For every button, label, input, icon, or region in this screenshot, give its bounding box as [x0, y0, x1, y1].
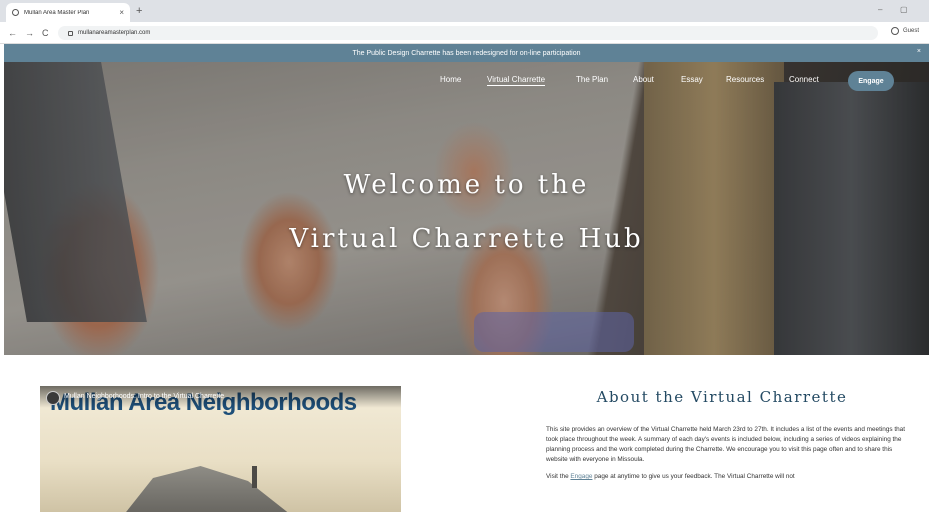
- profile-icon: [890, 27, 899, 35]
- forward-icon[interactable]: →: [25, 28, 34, 38]
- tab-close-icon[interactable]: ×: [119, 8, 124, 17]
- maximize-icon[interactable]: ▢: [900, 5, 908, 14]
- profile-label: Guest: [902, 28, 919, 34]
- address-bar-row: ← → C mullanareamasterplan.com Guest: [0, 22, 929, 44]
- nav-item-home[interactable]: Home: [440, 75, 461, 84]
- tab-title: Mullan Area Master Plan: [24, 9, 90, 16]
- about-section-body: This site provides an overview of the Vi…: [546, 425, 906, 489]
- nav-item-about[interactable]: About: [633, 75, 654, 84]
- channel-avatar[interactable]: [46, 391, 60, 405]
- announcement-bar: The Public Design Charrette has been red…: [4, 44, 929, 62]
- video-thumbnail-house: [115, 466, 305, 512]
- nav-item-essay[interactable]: Essay: [681, 75, 703, 84]
- video-caption[interactable]: Mullan Neighborhoods: Intro to the Virtu…: [64, 393, 224, 400]
- nav-item-the-plan[interactable]: The Plan: [576, 75, 608, 84]
- profile-button[interactable]: Guest: [890, 27, 919, 35]
- about-paragraph-2: Visit the Engage page at anytime to give…: [546, 473, 795, 480]
- new-tab-button[interactable]: +: [136, 5, 142, 17]
- url-field[interactable]: mullanareamasterplan.com: [58, 26, 878, 40]
- main-nav: Home Virtual Charrette The Plan About Es…: [4, 75, 929, 95]
- nav-item-virtual-charrette[interactable]: Virtual Charrette: [487, 75, 546, 86]
- about-paragraph: This site provides an overview of the Vi…: [546, 426, 906, 463]
- hero-banner: Home Virtual Charrette The Plan About Es…: [4, 62, 929, 355]
- announcement-text: The Public Design Charrette has been red…: [352, 49, 581, 57]
- back-icon[interactable]: ←: [8, 28, 17, 38]
- about-section-title: About the Virtual Charrette: [596, 388, 848, 406]
- nav-item-resources[interactable]: Resources: [726, 75, 764, 84]
- announcement-close-icon[interactable]: ×: [917, 48, 921, 55]
- lock-icon: [68, 30, 73, 36]
- reload-icon[interactable]: C: [42, 28, 49, 38]
- video-player[interactable]: Mullan Area Neighborhoods Mullan Neighbo…: [40, 386, 401, 512]
- browser-tab-bar: Mullan Area Master Plan × + – ▢: [0, 0, 929, 22]
- site-favicon-icon: [12, 9, 19, 16]
- engage-link[interactable]: Engage: [570, 473, 592, 480]
- minimize-icon[interactable]: –: [878, 5, 882, 14]
- nav-item-connect[interactable]: Connect: [789, 75, 819, 84]
- hero-title-line1: Welcome to the: [343, 170, 590, 200]
- url-text: mullanareamasterplan.com: [78, 30, 151, 36]
- engage-button[interactable]: Engage: [848, 71, 894, 91]
- browser-tab[interactable]: Mullan Area Master Plan ×: [6, 3, 130, 22]
- hero-title-line2: Virtual Charrette Hub: [289, 224, 644, 254]
